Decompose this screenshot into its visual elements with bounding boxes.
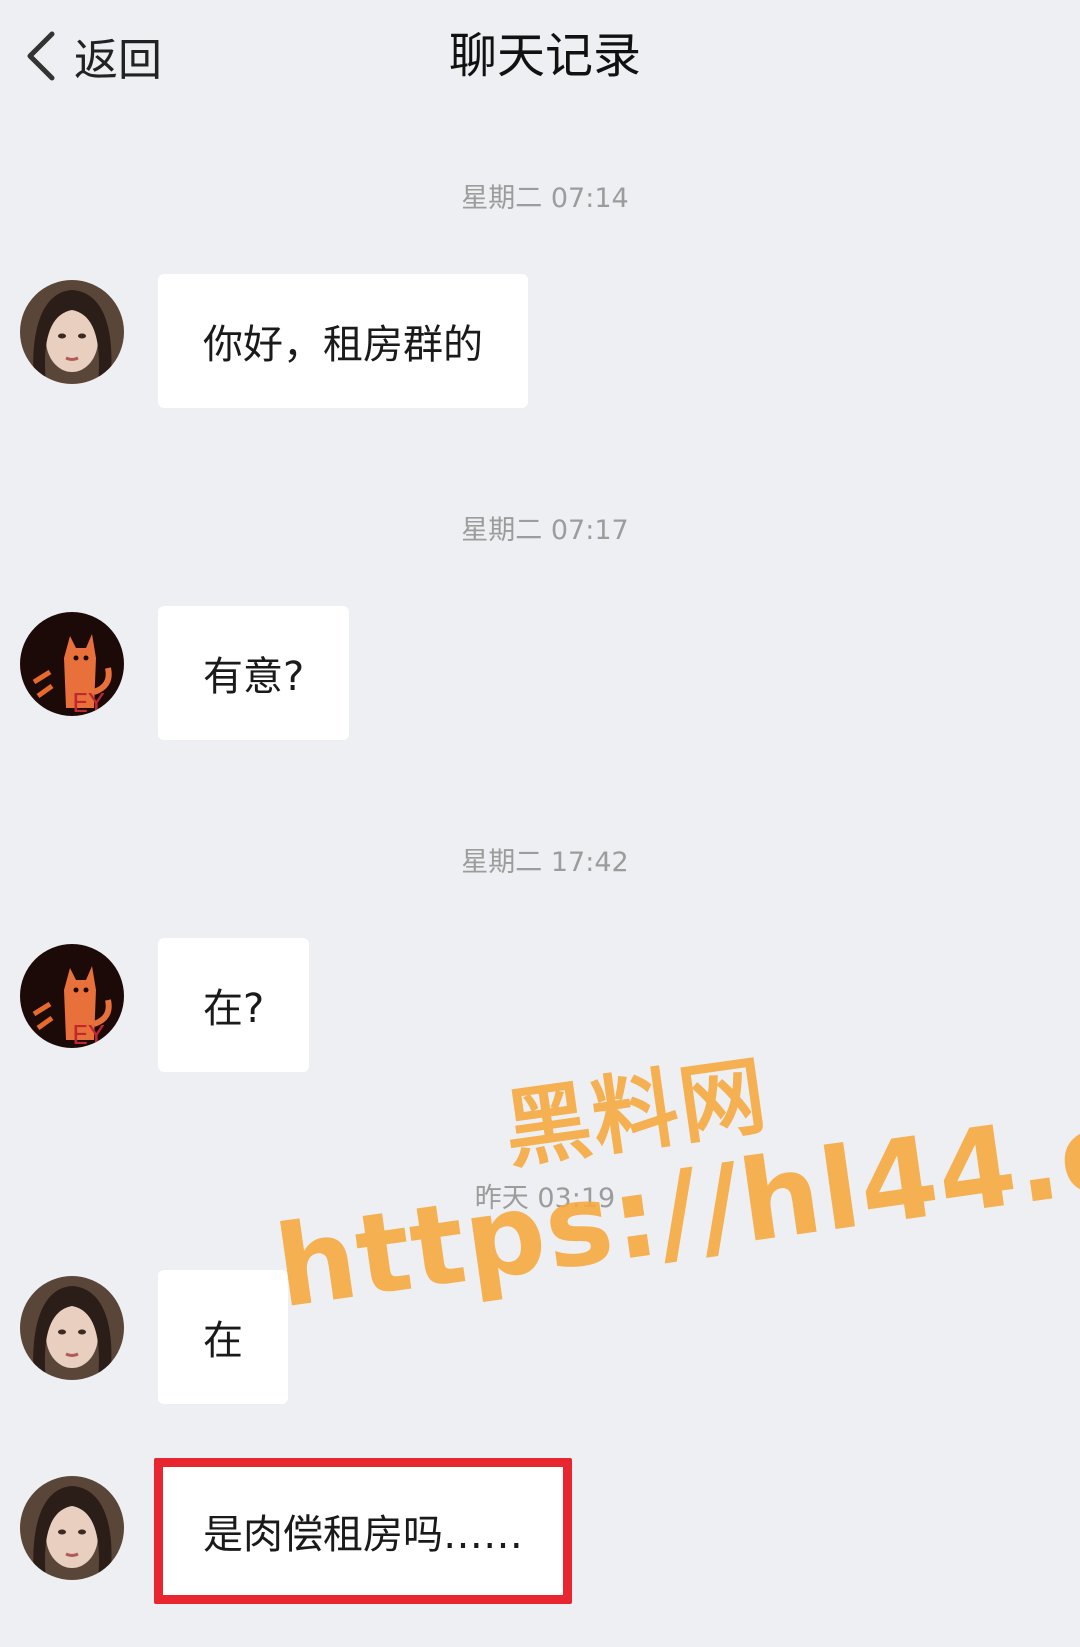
navigation-bar: 返回 聊天记录 <box>0 0 1080 118</box>
avatar-cat[interactable]: EY <box>20 944 124 1048</box>
message-timestamp: 昨天 03:19 <box>474 1183 616 1214</box>
avatar-girl[interactable] <box>20 1476 124 1580</box>
avatar-girl[interactable] <box>20 1276 124 1380</box>
message-text: 你好，租房群的 <box>203 322 483 368</box>
watermark-site-name: 黑料网 <box>498 1045 774 1182</box>
svg-text:EY: EY <box>72 689 104 716</box>
message-text: 是肉偿租房吗…… <box>203 1512 523 1558</box>
message-text: 在? <box>203 986 265 1032</box>
message-text: 在 <box>203 1318 243 1364</box>
avatar-girl[interactable] <box>20 280 124 384</box>
message-timestamp: 星期二 07:14 <box>461 183 629 214</box>
message-text: 有意? <box>203 654 305 700</box>
message-bubble[interactable]: 你好，租房群的 <box>158 274 528 408</box>
highlighted-message-bubble[interactable]: 是肉偿租房吗…… <box>154 1458 572 1604</box>
message-bubble[interactable]: 有意? <box>158 606 350 740</box>
chat-history-screen: 返回 聊天记录 星期二 07:14 你好，租房群的 星期二 07:17 EY 有… <box>0 0 1080 1647</box>
message-timestamp: 星期二 17:42 <box>461 847 629 878</box>
message-bubble[interactable]: 在 <box>158 1270 288 1404</box>
avatar-cat[interactable]: EY <box>20 612 124 716</box>
svg-text:EY: EY <box>72 1021 104 1048</box>
message-bubble[interactable]: 在? <box>158 938 310 1072</box>
page-title: 聊天记录 <box>448 28 641 84</box>
message-timestamp: 星期二 07:17 <box>461 515 629 546</box>
